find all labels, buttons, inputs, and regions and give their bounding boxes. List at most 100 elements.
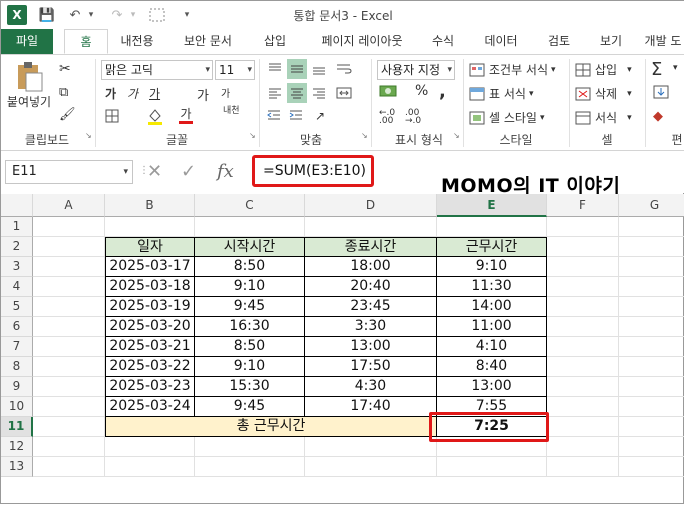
fill-icon[interactable] bbox=[653, 85, 669, 99]
comma-button[interactable]: , bbox=[439, 81, 446, 102]
cell-g7[interactable] bbox=[619, 337, 684, 357]
table-data-cell[interactable]: 17:40 bbox=[305, 397, 437, 417]
cell-d13[interactable] bbox=[305, 457, 437, 477]
table-data-cell[interactable]: 20:40 bbox=[305, 277, 437, 297]
conditional-format-button[interactable]: 조건부 서식 ▾ bbox=[469, 61, 556, 78]
underline-button[interactable]: 가 bbox=[149, 85, 160, 102]
cell-g10[interactable] bbox=[619, 397, 684, 417]
table-data-cell[interactable]: 4:30 bbox=[305, 377, 437, 397]
percent-button[interactable]: % bbox=[415, 83, 428, 99]
row-header-1[interactable]: 1 bbox=[1, 217, 33, 237]
clipboard-launcher-icon[interactable]: ↘ bbox=[85, 131, 92, 140]
table-data-cell[interactable]: 15:30 bbox=[195, 377, 305, 397]
column-header-g[interactable]: G bbox=[619, 194, 684, 217]
table-data-cell[interactable]: 11:00 bbox=[437, 317, 547, 337]
delete-cells-button[interactable]: 삭제 ▾ bbox=[575, 85, 632, 102]
font-name-combo[interactable]: 맑은 고딕 ▾ bbox=[101, 60, 213, 80]
tab-file[interactable]: 파일 bbox=[1, 29, 53, 54]
autosum-dropdown-icon[interactable]: ▾ bbox=[673, 63, 678, 73]
table-data-cell[interactable]: 3:30 bbox=[305, 317, 437, 337]
increase-indent-icon[interactable] bbox=[289, 109, 303, 121]
insert-cells-button[interactable]: 삽입 ▾ bbox=[575, 61, 632, 78]
cell-f6[interactable] bbox=[547, 317, 619, 337]
cancel-icon[interactable]: ✕ bbox=[147, 161, 162, 182]
cell-f2[interactable] bbox=[547, 237, 619, 257]
align-top-icon[interactable] bbox=[265, 59, 285, 79]
cell-f8[interactable] bbox=[547, 357, 619, 377]
cell-a13[interactable] bbox=[33, 457, 105, 477]
column-header-a[interactable]: A bbox=[33, 194, 105, 217]
cut-icon[interactable]: ✂ bbox=[59, 61, 71, 77]
cell-g9[interactable] bbox=[619, 377, 684, 397]
cell-g4[interactable] bbox=[619, 277, 684, 297]
accounting-format-icon[interactable] bbox=[379, 83, 399, 99]
cell-f9[interactable] bbox=[547, 377, 619, 397]
cell-f5[interactable] bbox=[547, 297, 619, 317]
table-data-cell[interactable]: 9:45 bbox=[195, 297, 305, 317]
cell-a10[interactable] bbox=[33, 397, 105, 417]
phonetic-button[interactable]: 내천 bbox=[223, 107, 240, 116]
table-data-cell[interactable]: 9:45 bbox=[195, 397, 305, 417]
row-header-4[interactable]: 4 bbox=[1, 277, 33, 297]
worksheet-grid[interactable]: A B C D E F G 1 2 3 4 5 6 7 8 9 10 11 12 13 일자 시작시간 종료시간 근무시간 20… bbox=[1, 194, 684, 505]
formula-input[interactable]: =SUM(E3:E10) bbox=[252, 155, 374, 187]
tab-my-tools[interactable]: 내전용 bbox=[111, 29, 163, 54]
table-data-cell[interactable]: 4:10 bbox=[437, 337, 547, 357]
cell-a8[interactable] bbox=[33, 357, 105, 377]
row-header-9[interactable]: 9 bbox=[1, 377, 33, 397]
cell-g3[interactable] bbox=[619, 257, 684, 277]
column-header-e[interactable]: E bbox=[437, 194, 547, 217]
cell-e13[interactable] bbox=[437, 457, 547, 477]
number-launcher-icon[interactable]: ↘ bbox=[453, 131, 460, 140]
cell-f13[interactable] bbox=[547, 457, 619, 477]
table-data-cell[interactable]: 13:00 bbox=[305, 337, 437, 357]
font-color-button[interactable]: 가 bbox=[179, 107, 193, 124]
tab-review[interactable]: 검토 bbox=[537, 29, 581, 54]
table-data-cell[interactable]: 23:45 bbox=[305, 297, 437, 317]
cell-a11[interactable] bbox=[33, 417, 105, 437]
cell-f4[interactable] bbox=[547, 277, 619, 297]
cell-a4[interactable] bbox=[33, 277, 105, 297]
cell-a5[interactable] bbox=[33, 297, 105, 317]
tab-insert[interactable]: 삽입 bbox=[253, 29, 297, 54]
copy-icon[interactable]: ⧉ bbox=[59, 85, 68, 100]
column-header-b[interactable]: B bbox=[105, 194, 195, 217]
cell-b12[interactable] bbox=[105, 437, 195, 457]
cell-c1[interactable] bbox=[195, 217, 305, 237]
tab-data[interactable]: 데이터 bbox=[475, 29, 527, 54]
table-data-cell[interactable]: 2025-03-24 bbox=[105, 397, 195, 417]
cell-c12[interactable] bbox=[195, 437, 305, 457]
italic-button[interactable]: 가 bbox=[127, 85, 138, 102]
cell-a12[interactable] bbox=[33, 437, 105, 457]
align-left-icon[interactable] bbox=[265, 83, 285, 103]
tab-view[interactable]: 보기 bbox=[589, 29, 633, 54]
table-data-cell[interactable]: 11:30 bbox=[437, 277, 547, 297]
cell-f12[interactable] bbox=[547, 437, 619, 457]
cell-a9[interactable] bbox=[33, 377, 105, 397]
table-data-cell[interactable]: 8:50 bbox=[195, 257, 305, 277]
table-data-cell[interactable]: 2025-03-22 bbox=[105, 357, 195, 377]
column-header-f[interactable]: F bbox=[547, 194, 619, 217]
decrease-decimal-icon[interactable]: .00 →.0 bbox=[405, 109, 421, 126]
table-data-cell[interactable]: 16:30 bbox=[195, 317, 305, 337]
autosum-icon[interactable]: Σ bbox=[651, 59, 662, 80]
table-data-cell[interactable]: 9:10 bbox=[195, 277, 305, 297]
tab-home[interactable]: 홈 bbox=[64, 29, 108, 54]
cell-a6[interactable] bbox=[33, 317, 105, 337]
table-data-cell[interactable]: 2025-03-21 bbox=[105, 337, 195, 357]
column-header-d[interactable]: D bbox=[305, 194, 437, 217]
cell-e1[interactable] bbox=[437, 217, 547, 237]
total-label-cell[interactable]: 총 근무시간 bbox=[105, 417, 437, 437]
cell-styles-button[interactable]: 셀 스타일 ▾ bbox=[469, 109, 545, 126]
cell-g12[interactable] bbox=[619, 437, 684, 457]
number-format-combo[interactable]: 사용자 지정 ▾ bbox=[377, 60, 455, 80]
table-data-cell[interactable]: 2025-03-20 bbox=[105, 317, 195, 337]
insert-function-icon[interactable]: fx bbox=[217, 161, 234, 182]
cell-d1[interactable] bbox=[305, 217, 437, 237]
cell-d12[interactable] bbox=[305, 437, 437, 457]
orientation-icon[interactable]: ↗ bbox=[315, 109, 325, 123]
row-header-5[interactable]: 5 bbox=[1, 297, 33, 317]
wrap-text-icon[interactable] bbox=[333, 59, 355, 79]
cell-g8[interactable] bbox=[619, 357, 684, 377]
cell-f3[interactable] bbox=[547, 257, 619, 277]
